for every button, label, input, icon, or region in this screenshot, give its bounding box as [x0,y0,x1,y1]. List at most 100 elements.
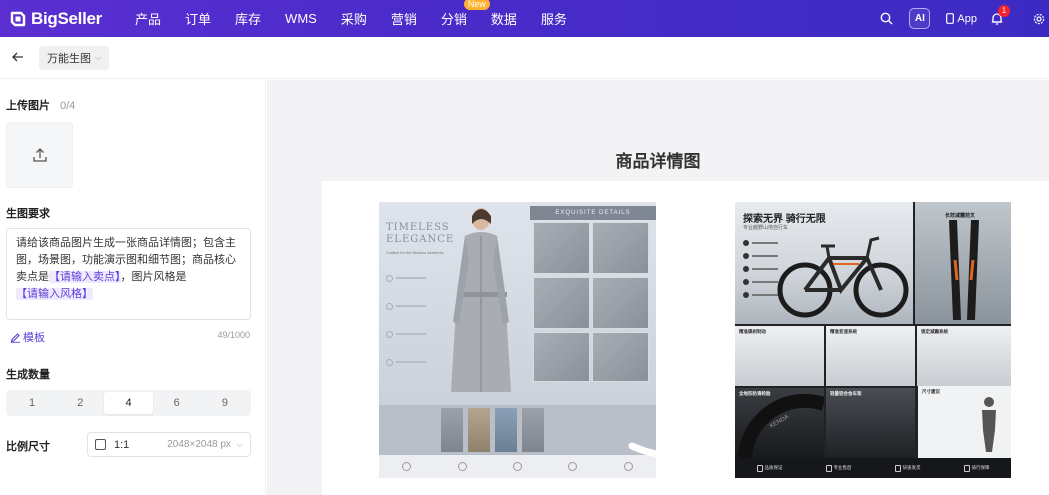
coat-feature-bullet [386,356,431,368]
coat-detail-tile [533,277,590,329]
phone-icon [946,13,955,24]
prompt-textarea[interactable]: 请给该商品图片生成一张商品详情图；包含主图，场景图，功能演示图和细节图；商品核心… [6,228,251,320]
bike-cell-label: 精准碟刹制动 [739,329,766,334]
coat-detail-tile [592,277,649,329]
nav-item-marketing[interactable]: 营销 [391,9,417,28]
coat-detail-tile [533,332,590,382]
service-label: 骑行保障 [971,465,990,470]
sub-header: 万能生图 ⌵ [0,37,1049,79]
preview-area: 商品详情图 TIMELESS ELEGANCE Crafted for the … [267,80,1049,495]
brand-name: BigSeller [31,8,102,28]
nav-item-distribution[interactable]: 分销 New [441,0,490,28]
bike-feature-bullet [743,264,781,273]
template-link[interactable]: 模板 [10,329,45,345]
coat-details-header: EXQUISITE DETAILS [530,206,656,220]
upload-count: 0/4 [60,100,76,112]
ratio-section-title: 比例尺寸 [6,441,50,453]
search-icon[interactable] [880,12,893,25]
upload-icon [32,148,47,162]
fork-label: 长效减震前叉 [945,213,976,219]
count-section-title: 生成数量 [6,369,50,381]
bike-cell-label: 锁定减震系统 [921,329,948,334]
app-download-link[interactable]: App [946,13,977,25]
new-badge: New [463,0,490,10]
bike-poster-title: 探索无界 骑行无限 [743,214,826,225]
mountain-bike-illustration [777,236,909,318]
nav-item-orders[interactable]: 订单 [185,9,211,28]
bike-feature-bullet [743,238,781,247]
character-count: 49/1000 [217,330,250,340]
fork-detail-panel: 长效减震前叉 [915,202,1011,324]
coat-detail-tile [592,222,649,274]
bike-service-strip: 品质保证 专业售后 快速发货 骑行保障 [735,458,1011,478]
template-label: 模板 [23,332,45,344]
count-option-9[interactable]: 9 [201,392,249,414]
bike-example-image[interactable]: 探索无界 骑行无限 专业越野山地自行车 长效减震前叉 精准碟刹制动 精准变速系统… [735,202,1011,478]
app-label: App [957,12,977,25]
nav-right-tools: AI App 1 [880,0,1049,37]
generation-mode-select[interactable]: 万能生图 ⌵ [39,46,110,70]
prompt-section-title: 生图要求 [6,208,50,220]
upload-section-title: 上传图片 0/4 [6,97,75,113]
prompt-text-mid: ，图片风格是 [120,271,187,283]
service-label: 快速发货 [902,465,921,470]
bike-feature-cell: 锁定减震系统 [917,326,1011,386]
coat-feature-bullet [386,300,431,312]
coat-example-image[interactable]: TIMELESS ELEGANCE Crafted for the Modern… [379,202,656,478]
suspension-fork-illustration [949,220,979,320]
bike-cell-label: 精准变速系统 [830,329,857,334]
coat-feature-bullet [386,272,431,284]
bike-cell-label: 轻量铝合金车架 [830,391,862,396]
nav-item-products[interactable]: 产品 [135,9,161,28]
nav-item-wms[interactable]: WMS [285,11,317,26]
nav-item-data[interactable]: 数据 [491,9,517,28]
chevron-down-icon: ⌵ [95,53,102,62]
ai-assistant-button[interactable]: AI [909,8,931,29]
top-navigation-bar: BigSeller 产品 订单 库存 WMS 采购 营销 分销 New 数据 服… [0,0,1049,37]
service-item: 快速发货 [894,464,921,472]
coat-color-strip [379,405,656,455]
bike-cell-label: 尺寸建议 [922,389,940,394]
rider-silhouette-icon [982,397,996,452]
bike-hero-panel: 探索无界 骑行无限 专业越野山地自行车 [735,202,913,324]
main-nav: 产品 订单 库存 WMS 采购 营销 分销 New 数据 服务 [135,0,591,37]
brand-logo[interactable]: BigSeller [9,9,119,29]
count-option-4[interactable]: 4 [104,392,153,414]
count-option-1[interactable]: 1 [8,392,56,414]
bike-feature-bullet [743,251,781,260]
coat-service-icons [379,455,656,478]
settings-gear-icon[interactable] [1033,13,1045,25]
coat-color-thumb [468,408,490,452]
nav-item-purchasing[interactable]: 采购 [341,9,367,28]
service-item: 品质保证 [756,464,783,472]
bike-feature-bullet [743,277,781,286]
preview-title: 商品详情图 [615,152,701,171]
service-label: 品质保证 [764,465,783,470]
bike-feature-cell: 轻量铝合金车架 [826,388,915,458]
back-arrow-icon[interactable] [11,50,25,64]
generation-count-selector: 1 2 4 6 9 [6,390,251,416]
coat-detail-tile [533,222,590,274]
size-guide-panel: 尺寸建议 [918,386,1011,458]
notification-button[interactable]: 1 [991,5,1010,25]
tyre-illustration: KENDA [738,394,824,458]
coat-color-thumb [522,408,544,452]
ratio-dimensions: 2048×2048 px [167,439,231,450]
count-option-2[interactable]: 2 [56,392,104,414]
notification-count-badge: 1 [998,5,1010,17]
selling-point-placeholder-tag[interactable]: 【请输入卖点】 [49,271,121,283]
coat-model-figure [451,208,511,392]
nav-item-inventory[interactable]: 库存 [235,9,261,28]
coat-feature-bullet [386,328,431,340]
style-placeholder-tag[interactable]: 【请输入风格】 [16,288,93,300]
ratio-value: 1:1 [114,438,130,451]
image-upload-dropzone[interactable] [6,122,73,188]
aspect-ratio-select[interactable]: 1:1 2048×2048 px ⌵ [87,432,251,457]
service-item: 骑行保障 [963,464,990,472]
coat-detail-tile [592,332,649,382]
service-label: 专业售后 [833,465,852,470]
upload-title: 上传图片 [6,100,50,112]
nav-item-services[interactable]: 服务 [541,9,567,28]
count-option-6[interactable]: 6 [153,392,201,414]
bike-feature-cell: 精准变速系统 [826,326,915,386]
